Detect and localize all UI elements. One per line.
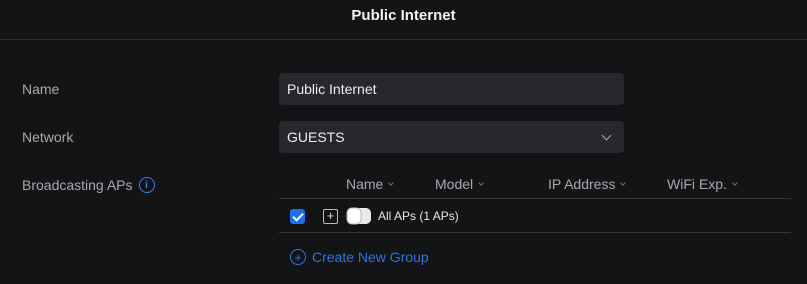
plus-circle-icon: + (290, 249, 306, 265)
network-select[interactable]: GUESTS (279, 121, 624, 153)
sort-caret-icon (620, 180, 627, 186)
create-new-group-button[interactable]: + Create New Group (290, 249, 429, 265)
column-header-wifi-exp[interactable]: WiFi Exp. (667, 176, 738, 192)
network-label: Network (22, 129, 74, 145)
sort-caret-icon (478, 180, 484, 186)
column-header-ip-label: IP Address (548, 176, 616, 192)
name-input[interactable]: Public Internet (279, 73, 624, 105)
dialog-header: Public Internet (0, 0, 807, 40)
all-aps-checkbox[interactable] (290, 209, 305, 224)
info-icon[interactable]: i (138, 177, 155, 194)
column-header-model[interactable]: Model (435, 176, 484, 192)
expand-group-icon[interactable]: + (323, 209, 338, 224)
column-header-wifi-label: WiFi Exp. (667, 176, 727, 192)
column-header-model-label: Model (435, 176, 474, 192)
name-label: Name (22, 81, 60, 97)
table-row-label: All APs (1 APs) (378, 209, 459, 223)
create-new-group-label: Create New Group (312, 249, 429, 265)
page-title: Public Internet (351, 7, 456, 24)
sort-caret-icon (732, 180, 738, 186)
column-header-name[interactable]: Name (346, 176, 395, 192)
network-select-value: GUESTS (287, 129, 345, 145)
broadcasting-aps-label: Broadcasting APs i (22, 177, 155, 194)
access-point-icon (346, 207, 371, 225)
chevron-down-icon (601, 130, 612, 140)
column-header-name-label: Name (346, 176, 384, 192)
column-header-ip-address[interactable]: IP Address (548, 176, 627, 192)
name-input-value: Public Internet (287, 81, 377, 97)
table-row-divider (279, 232, 791, 233)
sort-caret-icon (388, 180, 395, 186)
table-header-divider (279, 198, 791, 199)
broadcasting-aps-text: Broadcasting APs (22, 177, 133, 193)
